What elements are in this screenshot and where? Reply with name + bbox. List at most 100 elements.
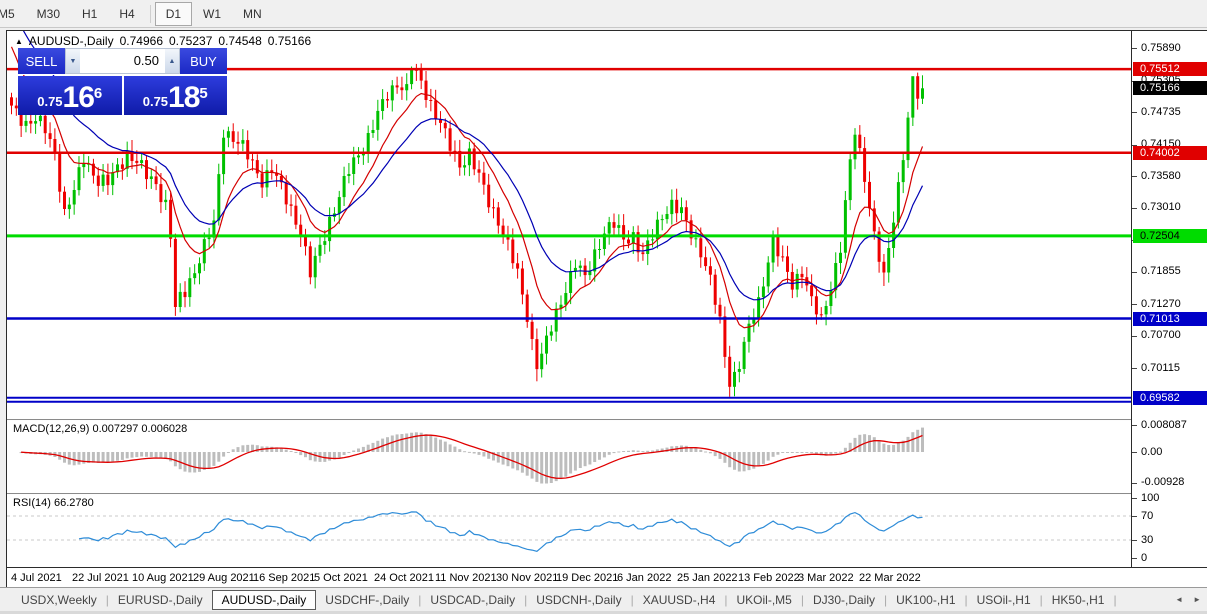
macd-bar [425,434,428,452]
candle-body [776,237,779,257]
date-axis-label: 3 Mar 2022 [798,572,854,584]
candle-body [781,256,784,257]
timeframe-buttons: M5M30H1H4 D1W1MN [0,0,273,28]
timeframe-button-m30[interactable]: M30 [26,2,71,26]
candle-body [193,273,196,278]
candle-body [670,200,673,214]
candle-body [608,222,611,234]
macd-histogram [20,428,924,484]
buy-price-box[interactable]: 0.75185 [124,76,228,115]
tab-usoil-h1[interactable]: USOil-,H1 [968,590,1040,610]
macd-bar [632,450,635,452]
macd-bar [897,443,900,452]
volume-input[interactable]: 0.50 [80,49,165,73]
chart-title: ▲ AUDUSD-,Daily 0.749660.752370.745480.7… [15,34,311,48]
macd-bar [757,452,760,466]
candle-body [641,252,644,254]
candle-body [502,226,505,236]
macd-bar [372,443,375,452]
sell-button[interactable]: SELL [18,48,65,74]
macd-bar [588,452,591,465]
candle-body [372,130,375,133]
candle-body [338,197,341,213]
candle-body [540,354,543,370]
candle-body [757,297,760,319]
timeframe-button-mn[interactable]: MN [232,2,273,26]
tab-eurusd-daily[interactable]: EURUSD-,Daily [109,590,212,610]
date-axis[interactable]: 4 Jul 202122 Jul 202110 Aug 202129 Aug 2… [7,567,1207,588]
macd-bar [921,428,924,452]
tab-usdchf-daily[interactable]: USDCHF-,Daily [316,590,418,610]
axis-tick [1132,516,1137,517]
date-axis-label: 16 Sep 2021 [253,572,315,584]
price-axis-label: 0.74735 [1141,106,1181,119]
macd-bar [111,452,114,462]
tab-scroll-right-icon[interactable]: ► [1193,595,1201,604]
axis-tick [1132,208,1137,209]
macd-bar [400,434,403,452]
candle-body [58,153,61,192]
tab-audusd-daily[interactable]: AUDUSD-,Daily [212,590,317,610]
candle-body [733,372,736,387]
price-axis-label: 0.75890 [1141,42,1181,55]
macd-bar [328,452,331,461]
macd-bar [531,452,534,479]
macd-bar [241,445,244,452]
price-axis-label: 0.70115 [1141,362,1180,375]
candle-body [858,135,861,148]
tab-usdx-weekly[interactable]: USDX,Weekly [12,590,106,610]
macd-bar [743,452,746,471]
ohlc-high: 0.75237 [169,34,212,48]
axis-tick [1132,336,1137,337]
candle-body [719,305,722,317]
macd-bar [256,445,259,452]
trading-platform-window: M5M30H1H4D1W1MN MACD(12,26,9) 0.007297 0… [0,0,1207,614]
macd-bar [106,452,109,463]
candle-body [285,182,288,204]
price-axis[interactable]: 0.758900.753050.747350.741500.735800.730… [1131,31,1207,567]
tab-hk50-h1[interactable]: HK50-,H1 [1043,590,1114,610]
rsi-chart[interactable] [7,495,1131,566]
buy-button[interactable]: BUY [180,48,227,74]
macd-bar [569,452,572,474]
tab-uk100-h1[interactable]: UK100-,H1 [887,590,964,610]
candle-body [482,173,485,185]
tab-dj30-daily[interactable]: DJ30-,Daily [804,590,884,610]
macd-bar [709,452,712,453]
tab-ukoil-m5[interactable]: UKOil-,M5 [728,590,801,610]
macd-bar [767,452,770,461]
collapse-arrow-icon[interactable]: ▲ [15,37,23,46]
candle-body [555,309,558,332]
macd-bar [873,437,876,452]
candle-body [617,225,620,228]
macd-bar [174,452,177,466]
candle-body [487,185,490,208]
timeframe-button-w1[interactable]: W1 [192,2,232,26]
candle-body [444,123,447,128]
volume-decrease-button[interactable]: ▼ [66,49,80,73]
timeframe-button-m5[interactable]: M5 [0,2,26,26]
candle-body [198,263,201,273]
macd-bar [198,452,201,472]
macd-bar [449,444,452,452]
tab-usdcnh-daily[interactable]: USDCNH-,Daily [527,590,630,610]
sell-price-box[interactable]: 0.75166 [18,76,122,115]
candle-body [174,239,177,307]
timeframe-button-h1[interactable]: H1 [71,2,108,26]
tab-scroll-left-icon[interactable]: ◄ [1175,595,1183,604]
candle-body [627,240,630,244]
candle-body [400,87,403,90]
macd-bar [796,452,799,453]
timeframe-button-d1[interactable]: D1 [155,2,192,26]
candle-body [290,204,293,205]
chart-symbol-label: AUDUSD-,Daily [29,34,114,48]
macd-bar [714,452,717,456]
volume-increase-button[interactable]: ▲ [165,49,179,73]
tab-usdcad-daily[interactable]: USDCAD-,Daily [421,590,524,610]
rsi-line [79,512,923,551]
macd-bar [473,452,476,454]
tab-xauusd-h4[interactable]: XAUUSD-,H4 [634,590,725,610]
timeframe-button-h4[interactable]: H4 [108,2,145,26]
candle-body [844,200,847,253]
candle-body [102,175,105,186]
